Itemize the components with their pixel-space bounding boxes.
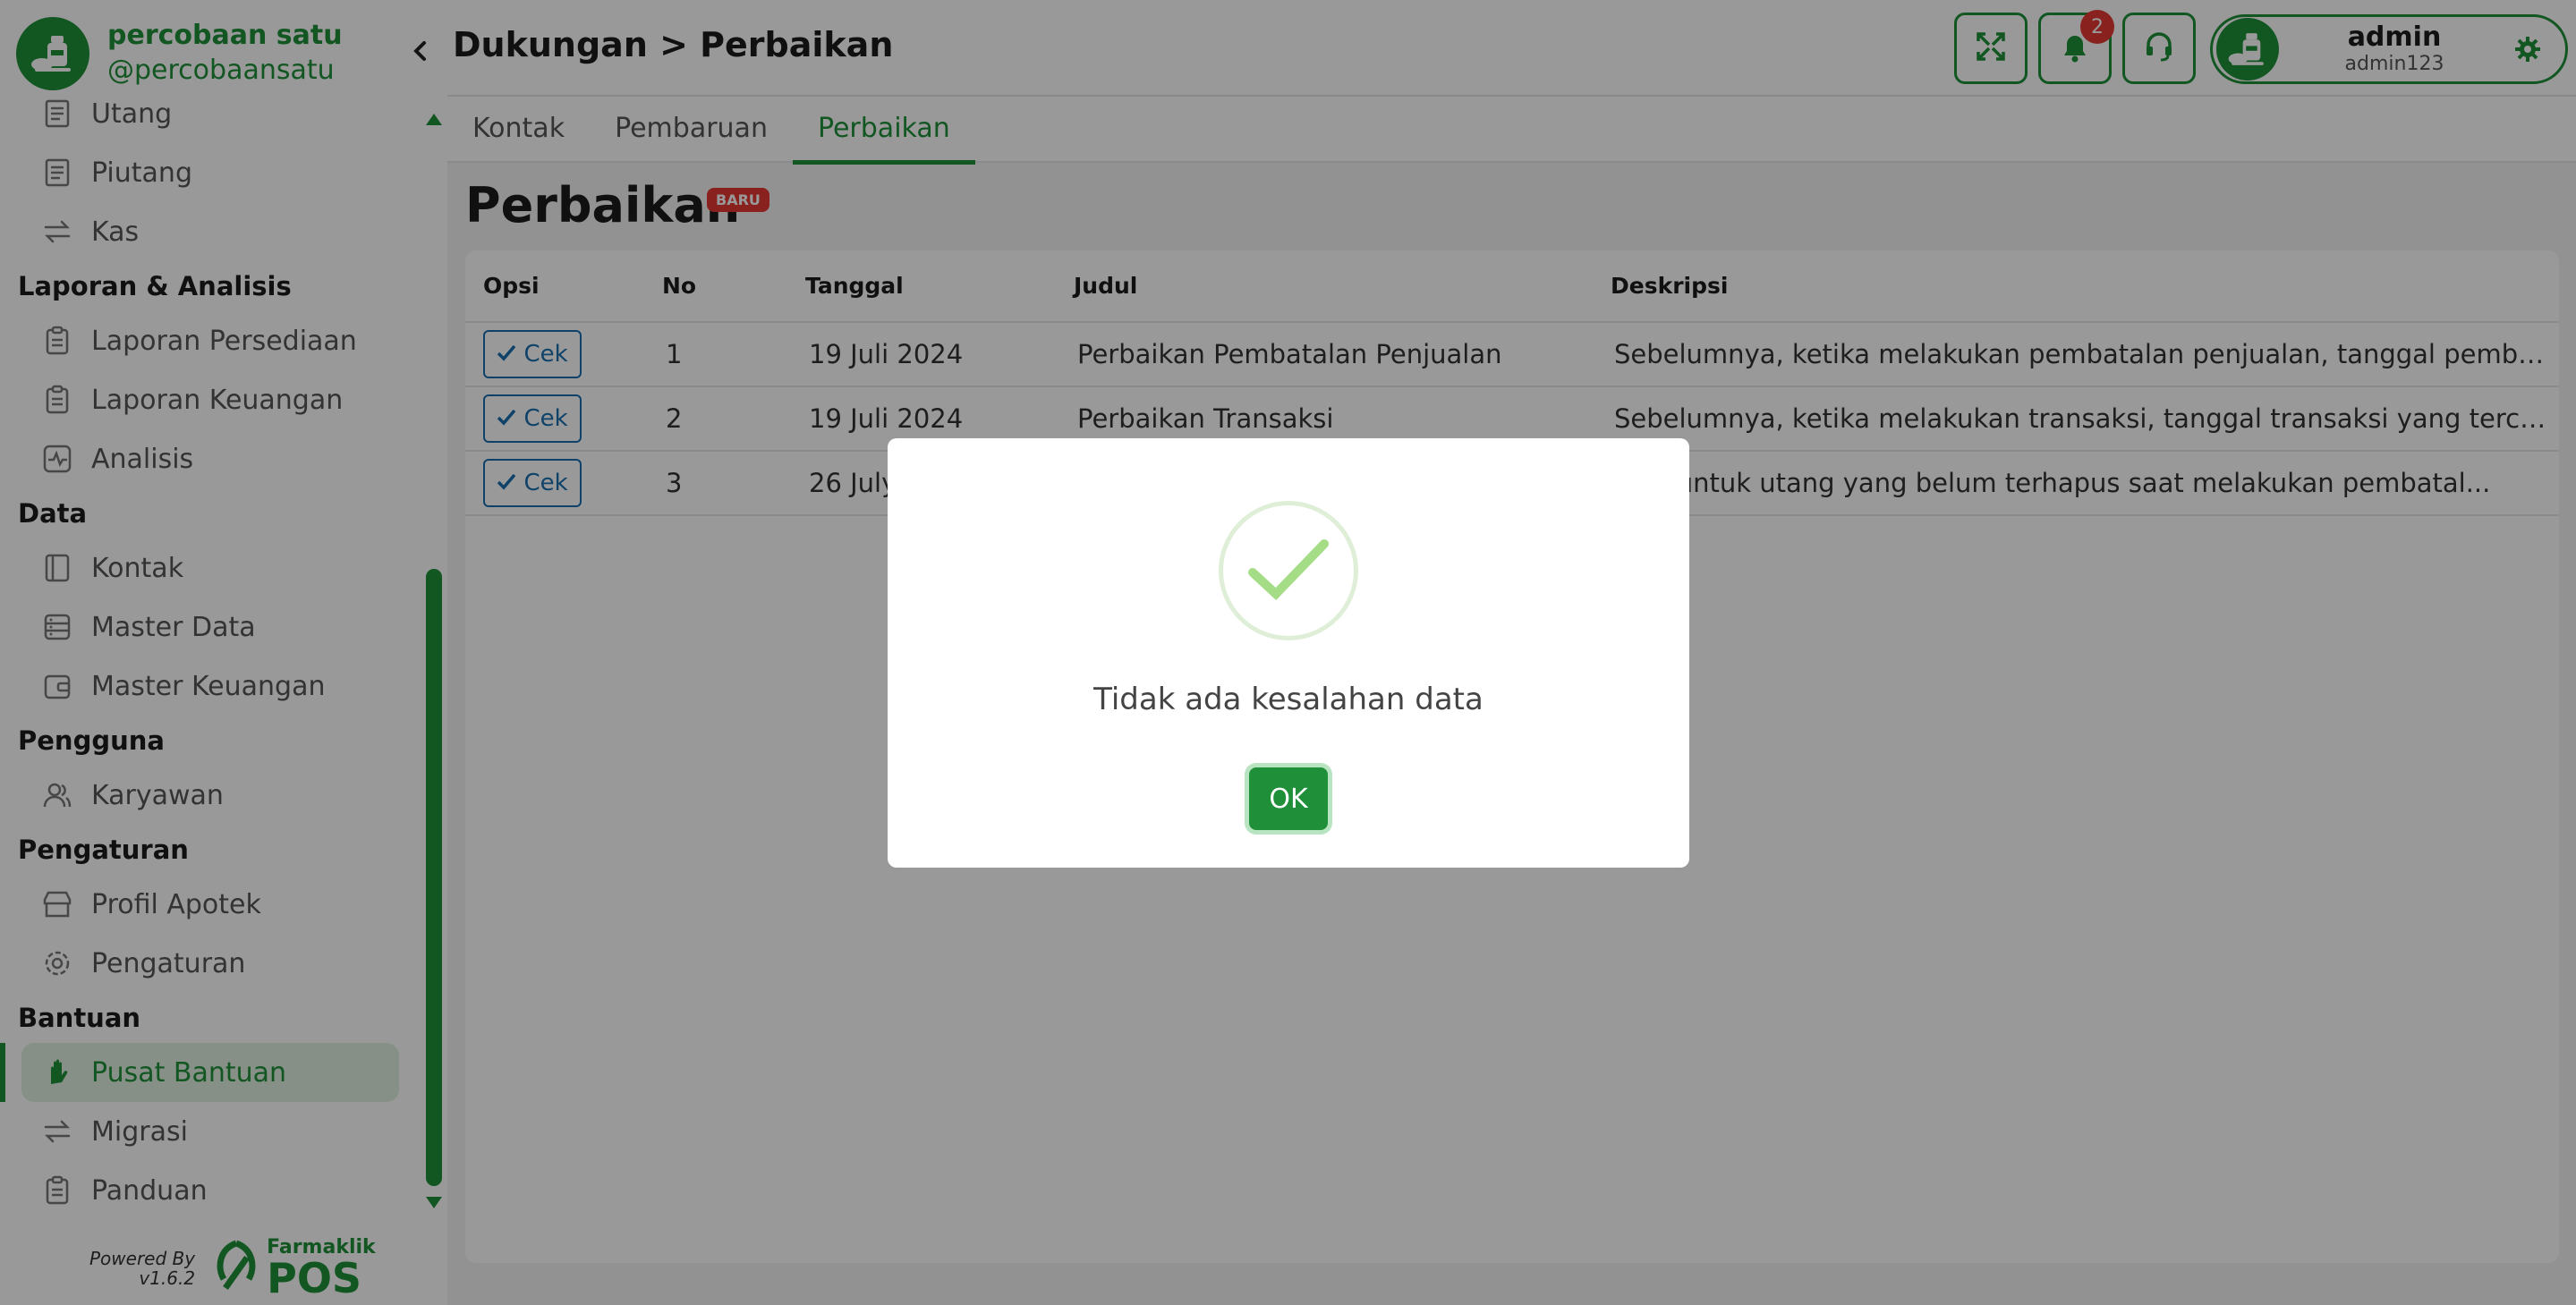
success-check-icon	[1219, 501, 1358, 640]
success-dialog: Tidak ada kesalahan data OK	[888, 438, 1689, 868]
ok-button[interactable]: OK	[1249, 767, 1328, 830]
dialog-message: Tidak ada kesalahan data	[1093, 682, 1484, 717]
